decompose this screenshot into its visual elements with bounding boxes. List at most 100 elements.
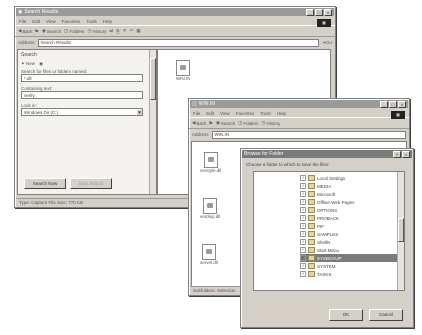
folder-tree[interactable]: + Local Settings + MEDIA + Microsoft + Offline … bbox=[253, 171, 405, 291]
tree-item[interactable]: + OPTIONS bbox=[300, 206, 404, 214]
tree-item[interactable]: + TASKS bbox=[300, 270, 404, 278]
address-bar: Address Search Results ➜Go bbox=[15, 37, 335, 48]
result-item[interactable]: WIN.IN bbox=[176, 60, 191, 81]
search-now-button[interactable]: Search Now bbox=[24, 178, 66, 189]
stop-search-button[interactable]: Stop Search bbox=[70, 178, 112, 189]
dropdown-arrow-icon[interactable]: ▼ bbox=[137, 109, 142, 115]
tree-item[interactable]: + Start Menu bbox=[300, 246, 404, 254]
new-search-button[interactable]: ✦ New bbox=[21, 61, 35, 67]
tree-item[interactable]: + Local Settings bbox=[300, 174, 404, 182]
menu-view[interactable]: View bbox=[220, 111, 230, 116]
folder-icon bbox=[308, 247, 315, 253]
expand-icon[interactable]: + bbox=[300, 215, 306, 221]
menu-favorites[interactable]: Favorites bbox=[236, 111, 255, 116]
maximize-button[interactable]: □ bbox=[389, 100, 397, 108]
expand-icon[interactable]: + bbox=[300, 191, 306, 197]
minimize-button[interactable]: _ bbox=[306, 8, 314, 16]
menu-help[interactable]: Help bbox=[103, 19, 112, 24]
folder-icon bbox=[308, 271, 315, 277]
tree-item[interactable]: + Microsoft bbox=[300, 190, 404, 198]
new-icon: ✦ bbox=[21, 61, 25, 66]
expand-icon[interactable]: + bbox=[300, 255, 306, 261]
expand-icon[interactable]: + bbox=[300, 183, 306, 189]
tree-item[interactable]: + PROBACK bbox=[300, 214, 404, 222]
search-panel-scrollbar[interactable] bbox=[149, 50, 156, 194]
help-button[interactable]: ? bbox=[393, 150, 401, 158]
expand-icon[interactable]: + bbox=[300, 207, 306, 213]
forward-button[interactable]: ▶ bbox=[35, 28, 38, 34]
menu-tools[interactable]: Tools bbox=[86, 19, 97, 24]
menu-help[interactable]: Help bbox=[277, 111, 286, 116]
file-name: verdisp.dll bbox=[200, 214, 221, 219]
windows-logo-icon: ▦ bbox=[391, 111, 405, 119]
expand-icon[interactable]: + bbox=[300, 231, 306, 237]
forward-arrow-icon: ▶ bbox=[35, 28, 39, 33]
title-bar[interactable]: ◫ WIN.IN _ □ × bbox=[190, 100, 408, 108]
tree-scrollbar[interactable] bbox=[397, 172, 404, 290]
scrollbar-thumb[interactable] bbox=[398, 218, 404, 242]
address-input[interactable]: Search Results bbox=[37, 38, 320, 47]
tree-item[interactable]: + Offline Web Pages bbox=[300, 198, 404, 206]
history-button[interactable]: ◷ History bbox=[261, 120, 280, 126]
address-input[interactable]: WIN.IN bbox=[211, 130, 406, 139]
menu-view[interactable]: View bbox=[46, 19, 56, 24]
title-bar[interactable]: ◉ Search Results _ □ × bbox=[16, 8, 334, 16]
folders-button[interactable]: ◫ Folders bbox=[238, 120, 258, 126]
expand-icon[interactable]: + bbox=[300, 239, 306, 245]
look-in-select[interactable]: Windows Dir (C:) ▼ bbox=[21, 108, 143, 116]
folders-button[interactable]: ◫ Folders bbox=[64, 28, 84, 34]
expand-icon[interactable]: + bbox=[300, 223, 306, 229]
expand-icon[interactable]: + bbox=[300, 199, 306, 205]
tree-item[interactable]: + SYSBCKUP bbox=[300, 254, 404, 262]
tree-item[interactable]: + SAMPLES bbox=[300, 230, 404, 238]
file-item[interactable]: verstyle.dll bbox=[200, 152, 221, 173]
expand-icon[interactable]: + bbox=[300, 247, 306, 253]
tree-item[interactable]: + ShellN bbox=[300, 238, 404, 246]
close-button[interactable]: × bbox=[324, 8, 332, 16]
dll-file-icon bbox=[201, 244, 216, 260]
minimize-button[interactable]: _ bbox=[380, 100, 388, 108]
search-button[interactable]: ◉ Search bbox=[42, 28, 61, 34]
cancel-button[interactable]: Cancel bbox=[369, 309, 403, 321]
title-bar[interactable]: Browse for Folder ? × bbox=[242, 150, 412, 158]
expand-icon[interactable]: + bbox=[300, 175, 306, 181]
search-button[interactable]: ◉ Search bbox=[216, 120, 235, 126]
tree-item[interactable]: + PIF bbox=[300, 222, 404, 230]
folder-icon bbox=[308, 175, 315, 181]
menu-tools[interactable]: Tools bbox=[260, 111, 271, 116]
expand-icon[interactable]: + bbox=[300, 263, 306, 269]
menu-edit[interactable]: Edit bbox=[206, 111, 214, 116]
maximize-button[interactable]: □ bbox=[315, 8, 323, 16]
undo-icon[interactable]: ↶ bbox=[130, 28, 134, 34]
delete-icon[interactable]: ✕ bbox=[123, 28, 127, 34]
expand-icon[interactable]: + bbox=[300, 271, 306, 277]
files-named-input[interactable]: *.dll bbox=[21, 74, 143, 82]
containing-text-input[interactable]: verify bbox=[21, 91, 143, 99]
search-panel: Search × ✦ New ◉ Search for files or fol… bbox=[17, 49, 157, 195]
go-button[interactable]: ➜Go bbox=[322, 40, 332, 46]
ok-button[interactable]: OK bbox=[329, 309, 363, 321]
back-button[interactable]: ◀ Back bbox=[18, 28, 32, 34]
menu-file[interactable]: File bbox=[193, 111, 200, 116]
address-bar: Address WIN.IN bbox=[189, 129, 409, 140]
close-button[interactable]: × bbox=[398, 100, 406, 108]
menu-favorites[interactable]: Favorites bbox=[62, 19, 81, 24]
menu-file[interactable]: File bbox=[19, 19, 26, 24]
copy-to-icon[interactable]: ⎘ bbox=[116, 29, 120, 34]
window-title: Search Results bbox=[24, 9, 59, 15]
tree-item-label: TASKS bbox=[317, 271, 332, 277]
views-icon[interactable]: ▦ bbox=[136, 28, 140, 34]
history-button[interactable]: ◷ History bbox=[87, 28, 106, 34]
back-button[interactable]: ◀ Back bbox=[192, 120, 206, 126]
tree-item[interactable]: + MEDIA bbox=[300, 182, 404, 190]
help-icon[interactable]: ◉ bbox=[39, 61, 43, 67]
move-to-icon[interactable]: ⇄ bbox=[109, 28, 113, 34]
menu-edit[interactable]: Edit bbox=[32, 19, 40, 24]
tree-item[interactable]: + SYSTEM bbox=[300, 262, 404, 270]
tree-item-label: MEDIA bbox=[317, 183, 332, 189]
file-item[interactable]: servel.dll bbox=[200, 244, 218, 265]
close-button[interactable]: × bbox=[402, 150, 410, 158]
file-item[interactable]: verdisp.dll bbox=[200, 198, 220, 219]
scrollbar-thumb[interactable] bbox=[150, 58, 156, 100]
forward-button[interactable]: ▶ bbox=[209, 120, 212, 126]
